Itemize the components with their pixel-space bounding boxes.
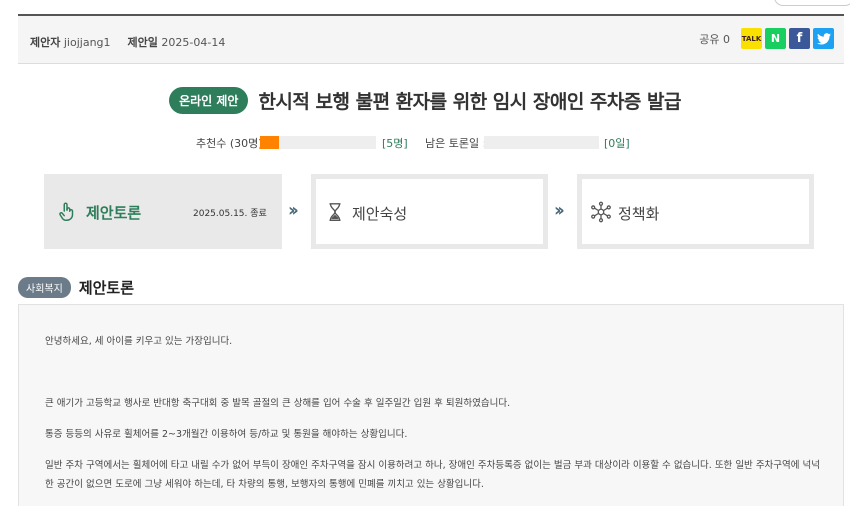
body-paragraph: 일반 주차 구역에서는 휠체어에 타고 내릴 수가 없어 부득이 장애인 주차구… [45, 460, 821, 471]
step-policy: 정책화 [577, 174, 814, 249]
share-group: 공유 0 TALK N f [699, 28, 834, 49]
step-label: 정책화 [618, 205, 660, 223]
recommend-value: [5명] [382, 137, 408, 150]
step-end-date: 2025.05.15. 종료 [193, 209, 267, 219]
body-paragraph: 한 공간이 없으면 도로에 그냥 세워야 하는데, 타 차량의 통행, 보행자의… [45, 479, 484, 490]
chevron-right-icon: ›› [554, 200, 565, 221]
date-label: 제안일 [127, 36, 158, 49]
share-count: 공유 0 [699, 32, 730, 46]
section-header: 사회복지 제안토론 [18, 276, 135, 298]
facebook-icon[interactable]: f [789, 28, 810, 49]
body-paragraph: 큰 애기가 고등학교 행사로 반대항 축구대회 중 발목 골절의 큰 상해를 입… [45, 398, 511, 409]
remaining-days-progress-bar [484, 136, 599, 149]
recommend-progress-bar [260, 136, 376, 149]
chevron-right-icon: ›› [288, 200, 299, 221]
hand-pointer-icon [56, 201, 78, 223]
body-paragraph: 안녕하세요, 세 아이를 키우고 있는 가장입니다. [45, 336, 233, 347]
remaining-days-label: 남은 토론일 : [425, 137, 487, 150]
hourglass-icon [324, 201, 346, 223]
online-proposal-badge: 온라인 제안 [169, 86, 249, 114]
step-proposal-discussion: 제안토론 2025.05.15. 종료 [44, 174, 282, 249]
network-icon [590, 201, 612, 223]
recommend-label: 추천수 (30명): [196, 137, 267, 150]
recommend-progress-fill [260, 136, 280, 149]
proposal-date: 2025-04-14 [161, 36, 226, 49]
step-proposal-maturing: 제안숙성 [311, 174, 548, 249]
page-title: 한시적 보행 불편 환자를 위한 임시 장애인 주차증 발급 [258, 90, 681, 113]
body-paragraph: 통증 등등의 사유로 휠체어를 2~3개월간 이용하여 등/하교 및 통원을 해… [45, 429, 408, 440]
twitter-icon[interactable] [813, 28, 834, 49]
step-label: 제안토론 [86, 204, 142, 222]
proposal-stats: 추천수 (30명): [5명] 남은 토론일 : [0일] [0, 133, 850, 151]
section-title: 제안토론 [78, 278, 135, 297]
proposal-body: 안녕하세요, 세 아이를 키우고 있는 가장입니다. 큰 애기가 고등학교 행사… [18, 304, 844, 506]
kakao-talk-icon[interactable]: TALK [741, 28, 762, 49]
remaining-days-value: [0일] [604, 137, 630, 150]
step-label: 제안숙성 [352, 205, 408, 223]
proposal-meta-bar: 제안자 jiojjang1 제안일 2025-04-14 공유 0 TALK N… [18, 14, 844, 64]
naver-icon[interactable]: N [765, 28, 786, 49]
proposer-label: 제안자 [30, 36, 61, 49]
top-utility-button[interactable] [774, 0, 850, 6]
proposal-meta: 제안자 jiojjang1 제안일 2025-04-14 [30, 34, 225, 50]
proposer-name: jiojjang1 [63, 36, 111, 49]
proposal-title-row: 온라인 제안 한시적 보행 불편 환자를 위한 임시 장애인 주차증 발급 [0, 86, 850, 114]
category-badge: 사회복지 [18, 276, 71, 298]
